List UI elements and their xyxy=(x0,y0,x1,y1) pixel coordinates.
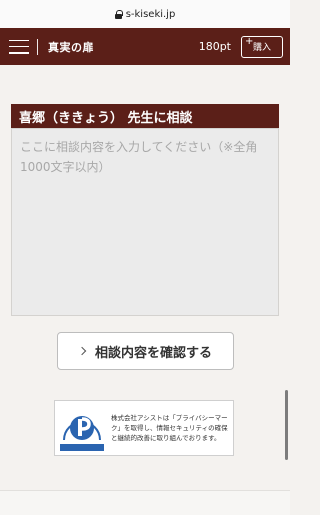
lock-icon xyxy=(114,10,123,19)
confirm-consultation-button[interactable]: 相談内容を確認する xyxy=(57,332,234,370)
buy-label: 購入 xyxy=(252,43,271,53)
counselor-heading: 喜郷（ききょう） 先生に相談 xyxy=(11,104,279,128)
header-divider xyxy=(37,38,38,55)
buy-points-button[interactable]: + 購入 xyxy=(241,35,283,58)
confirm-label: 相談内容を確認する xyxy=(94,345,212,361)
consultation-textarea[interactable] xyxy=(20,137,270,307)
site-title[interactable]: 真実の扉 xyxy=(48,39,94,55)
message-area xyxy=(11,128,279,316)
hamburger-icon[interactable] xyxy=(9,39,29,54)
privacy-text: 株式会社アシストは「プライバシーマーク」を取得し、情報セキュリティの確保と継続的… xyxy=(111,414,228,442)
scrollbar-thumb[interactable] xyxy=(285,390,288,460)
privacy-mark-banner[interactable]: 株式会社アシストは「プライバシーマーク」を取得し、情報セキュリティの確保と継続的… xyxy=(54,400,234,456)
plus-icon: + xyxy=(245,35,254,47)
points-balance: 180pt xyxy=(198,40,231,53)
url-text: s-kiseki.jp xyxy=(125,8,176,20)
browser-url-bar[interactable]: s-kiseki.jp xyxy=(0,0,290,28)
privacy-mark-icon xyxy=(58,404,106,452)
page-footer xyxy=(0,491,290,515)
chevron-right-icon xyxy=(77,346,87,356)
site-header: 真実の扉 180pt + 購入 xyxy=(0,28,290,65)
